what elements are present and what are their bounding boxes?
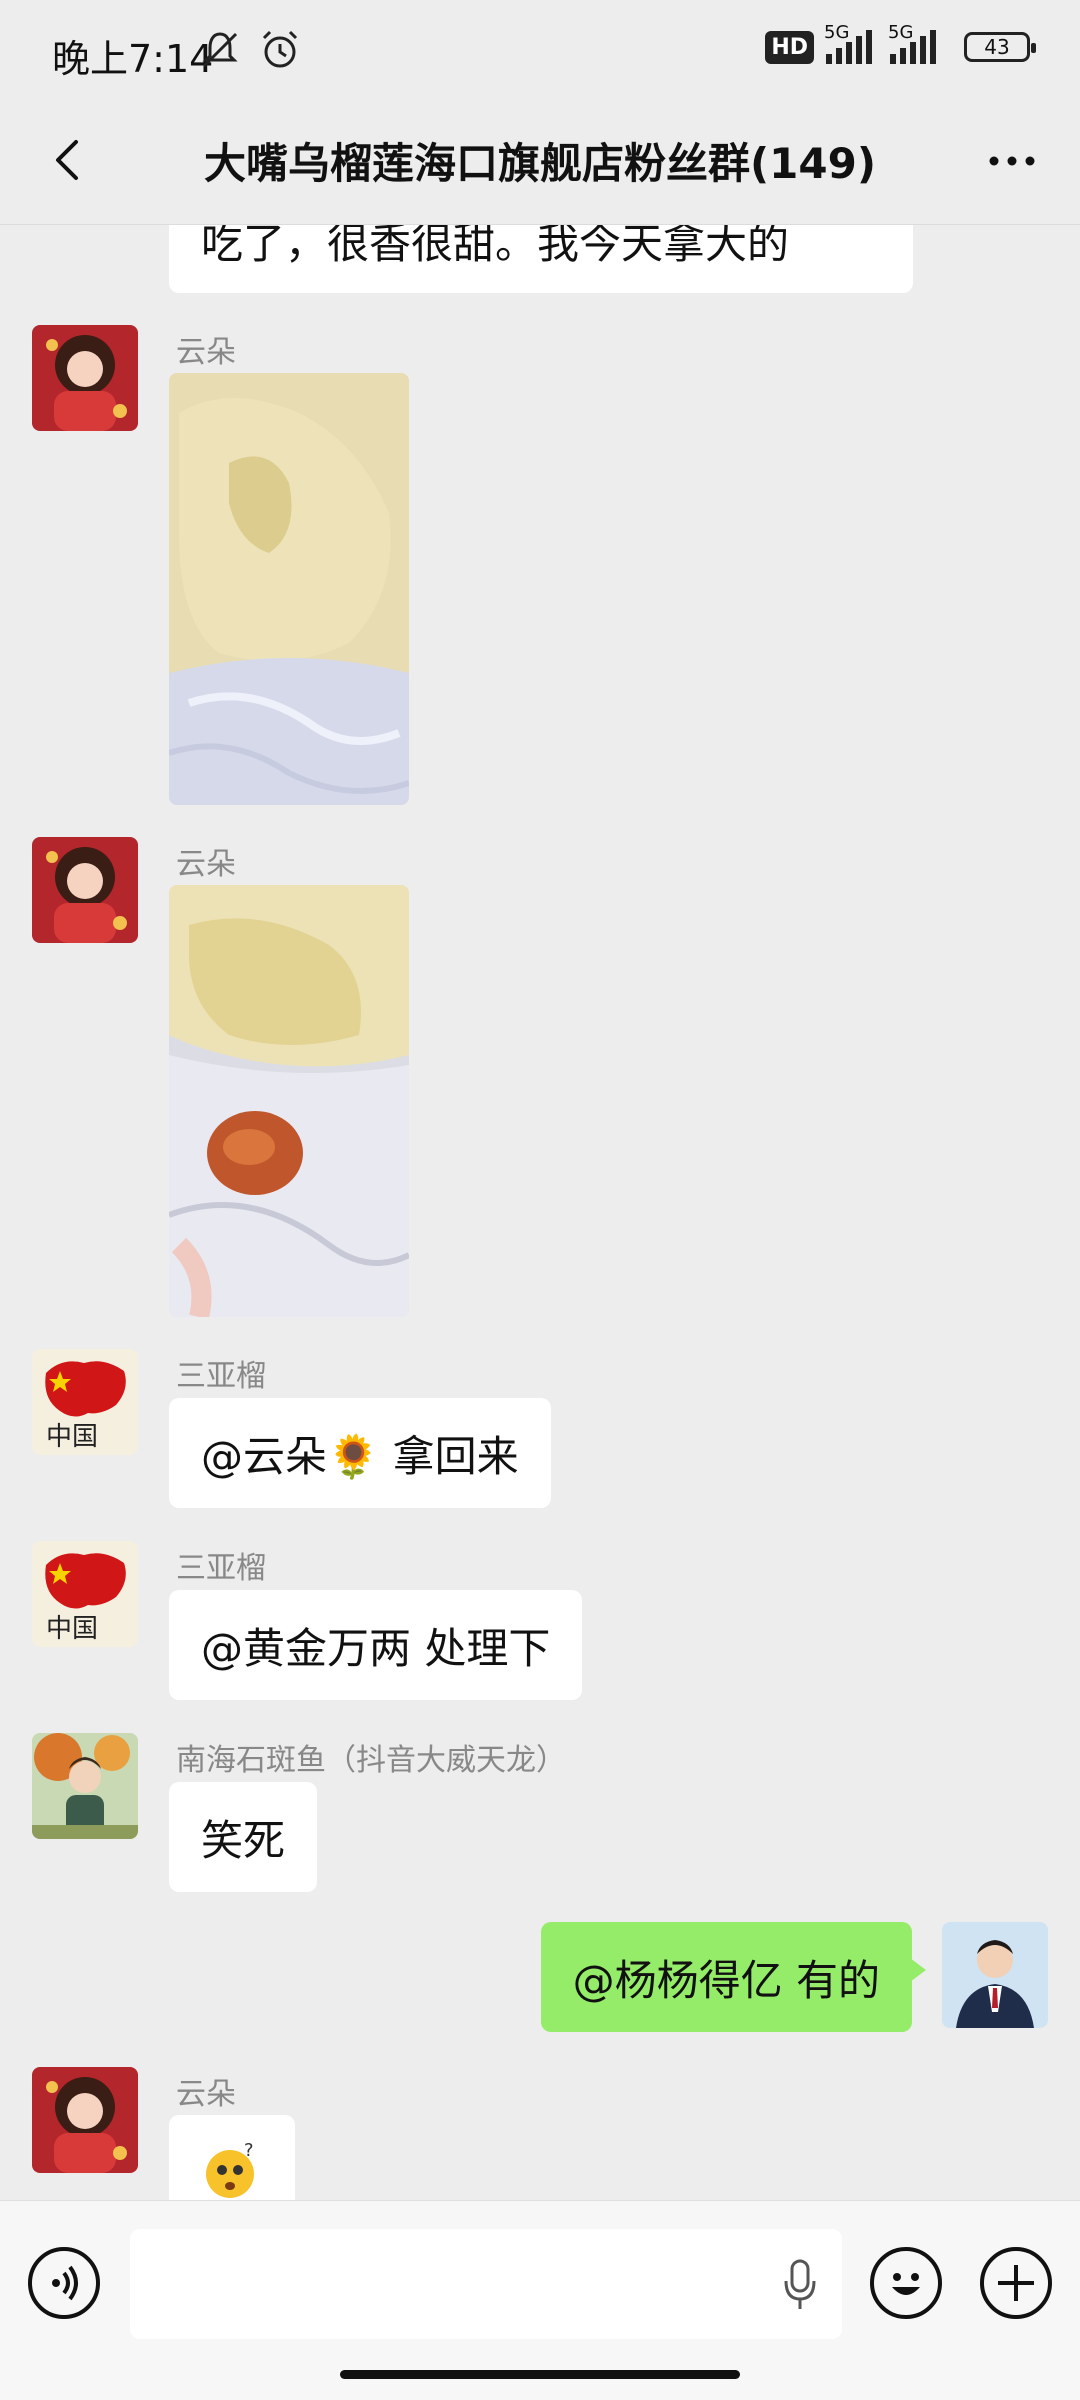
message-bubble[interactable]: @云朵🌻 拿回来 — [169, 1398, 551, 1508]
avatar-label: 中国 — [46, 1422, 98, 1452]
status-icons: HD 5G 5G 43 — [765, 22, 1036, 64]
avatar[interactable] — [32, 325, 138, 431]
durian-photo[interactable] — [169, 373, 409, 805]
avatar[interactable]: 中国 — [32, 1541, 138, 1647]
sender-name: 云朵 — [176, 847, 236, 882]
avatar[interactable] — [32, 2067, 138, 2173]
sender-name: 南海石斑鱼（抖音大威天龙） — [176, 1743, 566, 1778]
status-bar: 晚上7:14 HD 5G 5G 43 — [0, 0, 1080, 100]
avatar[interactable] — [32, 1733, 138, 1839]
chat-header: 大嘴乌榴莲海口旗舰店粉丝群(149) — [0, 100, 1080, 225]
avatar[interactable]: 中国 — [32, 1349, 138, 1455]
home-indicator[interactable] — [340, 2370, 740, 2379]
message-text: 笑死 — [201, 1815, 286, 1865]
message-text: @黄金万两 处理下 — [201, 1623, 551, 1673]
more-functions-button[interactable] — [980, 2247, 1052, 2319]
durian-photo[interactable] — [169, 885, 409, 1317]
signal-icon-2: 5G — [888, 22, 952, 64]
svg-text:?: ? — [244, 2140, 254, 2161]
signal-icon: 5G — [824, 22, 878, 64]
chat-title: 大嘴乌榴莲海口旗舰店粉丝群(149) — [203, 139, 877, 188]
message-bubble[interactable]: 笑死 — [169, 1782, 318, 1892]
voice-mode-button[interactable] — [28, 2247, 100, 2319]
microphone-icon[interactable] — [780, 2257, 820, 2313]
clock: 晚上7:14 — [52, 37, 214, 81]
confused-emoji-icon: ? — [206, 2140, 254, 2198]
plus-icon — [998, 2265, 1034, 2301]
message-bubble[interactable]: @黄金万两 处理下 — [169, 1590, 583, 1700]
message-text: @杨杨得亿 有的 — [572, 1955, 880, 2005]
more-options-icon[interactable] — [982, 136, 1042, 186]
my-message-bubble[interactable]: @杨杨得亿 有的 — [540, 1922, 927, 2032]
avatar[interactable] — [32, 837, 138, 943]
message-bubble[interactable]: 吃了，很香很甜。我今天拿大的 — [169, 225, 913, 293]
mute-icon — [202, 32, 238, 68]
sender-name: 三亚榴 — [176, 1359, 266, 1394]
avatar-label: 中国 — [46, 1614, 98, 1644]
sender-name: 三亚榴 — [176, 1551, 266, 1586]
hd-badge: HD — [765, 30, 814, 64]
message-list[interactable]: 吃了，很香很甜。我今天拿大的 云朵 云朵 中国 三亚榴 @云朵🌻 拿回来 中国 … — [0, 225, 1080, 2200]
battery-icon: 43 — [964, 32, 1036, 62]
message-text: @云朵🌻 拿回来 — [201, 1431, 519, 1481]
sender-name: 云朵 — [176, 2077, 236, 2112]
voice-wave-icon — [52, 2265, 78, 2301]
sender-name: 云朵 — [176, 335, 236, 370]
emoji-button[interactable] — [870, 2247, 942, 2319]
my-avatar[interactable] — [942, 1922, 1048, 2028]
alarm-icon — [262, 30, 298, 68]
message-bubble[interactable]: ? — [169, 2115, 295, 2200]
message-input[interactable] — [130, 2229, 842, 2339]
message-text: 吃了，很香很甜。我今天拿大的 — [201, 225, 790, 268]
smiley-icon — [892, 2273, 920, 2295]
